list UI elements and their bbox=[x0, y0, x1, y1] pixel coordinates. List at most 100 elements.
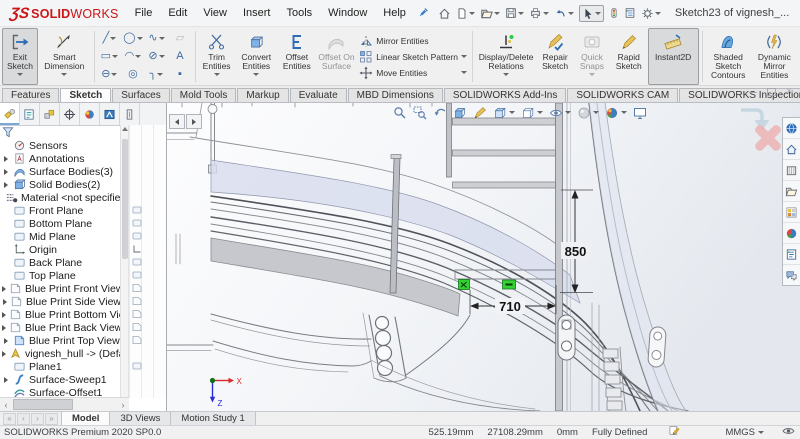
featuremanager-tab[interactable] bbox=[0, 103, 20, 125]
edit-appearance-icon[interactable] bbox=[577, 106, 599, 120]
tree-horizontal-scrollbar[interactable]: ‹ › bbox=[0, 397, 129, 411]
scroll-right-arrow[interactable]: › bbox=[117, 400, 129, 410]
quick-snaps-button[interactable]: Quick Snaps bbox=[574, 28, 610, 85]
doc-close-icon[interactable]: × bbox=[786, 87, 792, 97]
scroll-left-arrow[interactable]: ‹ bbox=[0, 400, 12, 410]
tree-item-blue-print-bottom-view[interactable]: Blue Print Bottom View bbox=[0, 308, 121, 321]
line-tool[interactable]: ╱ bbox=[98, 30, 122, 48]
point-tool[interactable]: ▪ bbox=[168, 65, 192, 83]
undo-button[interactable] bbox=[554, 7, 574, 19]
tab-3d-views[interactable]: 3D Views bbox=[110, 412, 172, 425]
apply-scene-icon[interactable] bbox=[605, 106, 627, 120]
design-library-icon[interactable] bbox=[783, 160, 800, 181]
display-style-icon[interactable] bbox=[521, 106, 543, 120]
trim-flyout-caret[interactable] bbox=[213, 73, 220, 76]
exit-sketch-button[interactable]: Exit Sketch bbox=[2, 28, 38, 85]
displaymanager-tab[interactable] bbox=[80, 103, 100, 125]
rebuild-button[interactable] bbox=[609, 6, 619, 20]
custom-properties-icon[interactable] bbox=[783, 244, 800, 265]
configurationmanager-tab[interactable] bbox=[40, 103, 60, 125]
tree-item-top-plane[interactable]: Top Plane bbox=[0, 269, 121, 282]
menu-window[interactable]: Window bbox=[328, 7, 367, 19]
offset-on-surface-button[interactable]: Offset On Surface bbox=[316, 28, 358, 85]
trim-entities-button[interactable]: Trim Entities bbox=[199, 28, 235, 85]
doc-restore-icon[interactable] bbox=[767, 88, 777, 96]
tab-mold-tools[interactable]: Mold Tools bbox=[170, 88, 237, 102]
pane-display-tab[interactable] bbox=[120, 103, 140, 125]
hide-show-items-icon[interactable] bbox=[549, 106, 571, 120]
collapse-pane-arrow[interactable] bbox=[169, 114, 185, 129]
display-settings-button[interactable] bbox=[624, 7, 636, 19]
tree-item-blue-print-top-view[interactable]: Blue Print Top View bbox=[0, 334, 121, 347]
tree-item-bottom-plane[interactable]: Bottom Plane bbox=[0, 217, 121, 230]
relations-flyout-caret[interactable] bbox=[503, 73, 510, 76]
tree-item-surface-bodies[interactable]: Surface Bodies(3) bbox=[0, 165, 121, 178]
save-button[interactable] bbox=[505, 7, 524, 19]
tree-item-annotations[interactable]: Annotations bbox=[0, 152, 121, 165]
tab-markup[interactable]: Markup bbox=[237, 88, 289, 102]
section-view-icon[interactable] bbox=[453, 106, 467, 120]
next-tab-button[interactable]: › bbox=[31, 412, 44, 425]
home-icon[interactable] bbox=[783, 139, 800, 160]
last-tab-button[interactable]: » bbox=[45, 412, 58, 425]
ellipse-tool[interactable]: ⊘ bbox=[145, 48, 169, 66]
offset-entities-button[interactable]: Offset Entities bbox=[278, 28, 316, 85]
tree-item-origin[interactable]: Origin bbox=[0, 243, 121, 256]
menu-view[interactable]: View bbox=[203, 7, 227, 19]
menu-file[interactable]: File bbox=[135, 7, 153, 19]
open-button[interactable] bbox=[480, 7, 500, 20]
rectangle-tool[interactable]: ▭ bbox=[98, 48, 122, 66]
tab-model[interactable]: Model bbox=[61, 412, 111, 425]
tab-solidworks-add-ins[interactable]: SOLIDWORKS Add-Ins bbox=[443, 88, 567, 102]
tree-item-blue-print-side-view[interactable]: Blue Print Side View bbox=[0, 295, 121, 308]
menu-insert[interactable]: Insert bbox=[243, 7, 271, 19]
tree-item-back-plane[interactable]: Back Plane bbox=[0, 256, 121, 269]
repair-sketch-button[interactable]: Repair Sketch bbox=[536, 28, 574, 85]
home-button[interactable] bbox=[438, 7, 451, 20]
instant2d-button[interactable]: Instant2D bbox=[647, 28, 699, 85]
previous-tab-button[interactable]: ‹ bbox=[17, 412, 30, 425]
tab-mbd-dimensions[interactable]: MBD Dimensions bbox=[347, 88, 443, 102]
tab-features[interactable]: Features bbox=[2, 88, 60, 102]
propertymanager-tab[interactable] bbox=[20, 103, 40, 125]
tree-item-solid-bodies[interactable]: Solid Bodies(2) bbox=[0, 178, 121, 191]
print-button[interactable] bbox=[529, 7, 549, 19]
slot-tool[interactable]: ⊖ bbox=[98, 65, 122, 83]
quick-snaps-caret[interactable] bbox=[588, 73, 595, 76]
smart-dimension-button[interactable]: Smart Dimension bbox=[38, 28, 91, 85]
move-entities-button[interactable]: Move Entities bbox=[359, 66, 469, 80]
circle-tool[interactable]: ◯ bbox=[121, 30, 145, 48]
select-tool-button[interactable] bbox=[578, 4, 604, 22]
tree-item-surface-sweep1[interactable]: Surface-Sweep1 bbox=[0, 373, 121, 386]
appearances-scenes-icon[interactable] bbox=[783, 223, 800, 244]
tab-evaluate[interactable]: Evaluate bbox=[289, 88, 347, 102]
tab-sketch[interactable]: Sketch bbox=[60, 88, 112, 102]
tree-item-plane1[interactable]: Plane1 bbox=[0, 360, 121, 373]
plane-tool[interactable]: ▱ bbox=[168, 30, 192, 48]
tab-motion-study-1[interactable]: Motion Study 1 bbox=[171, 412, 256, 425]
tree-item-front-plane[interactable]: Front Plane bbox=[0, 204, 121, 217]
menu-tools[interactable]: Tools bbox=[286, 7, 312, 19]
menu-help[interactable]: Help bbox=[383, 7, 406, 19]
tree-item-sensors[interactable]: Sensors bbox=[0, 139, 121, 152]
tab-surfaces[interactable]: Surfaces bbox=[112, 88, 170, 102]
exit-sketch-flyout-caret[interactable] bbox=[16, 73, 23, 76]
first-tab-button[interactable]: « bbox=[3, 412, 16, 425]
shaded-sketch-contours-button[interactable]: Shaded Sketch Contours bbox=[706, 28, 751, 85]
dimxpertmanager-tab[interactable] bbox=[60, 103, 80, 125]
tree-item-blue-print-back-view[interactable]: Blue Print Back View bbox=[0, 321, 121, 334]
viewport-canvas[interactable]: 850 710 X Z bbox=[167, 103, 800, 411]
convert-flyout-caret[interactable] bbox=[253, 73, 260, 76]
zoom-to-fit-icon[interactable] bbox=[393, 106, 407, 120]
sketch-settings-icon[interactable] bbox=[473, 106, 487, 120]
solidworks-resources-icon[interactable] bbox=[783, 118, 800, 139]
spline-tool[interactable]: ∿ bbox=[145, 30, 169, 48]
expand-pane-arrow[interactable] bbox=[186, 114, 202, 129]
zoom-to-area-icon[interactable] bbox=[413, 106, 427, 120]
doc-minimize-icon[interactable] bbox=[749, 91, 758, 93]
view-settings-icon[interactable] bbox=[633, 106, 647, 120]
new-document-button[interactable] bbox=[456, 7, 475, 20]
tree-item-material[interactable]: Material <not specified> bbox=[0, 191, 121, 204]
view-palette-icon[interactable] bbox=[783, 202, 800, 223]
scroll-thumb[interactable] bbox=[13, 399, 73, 410]
